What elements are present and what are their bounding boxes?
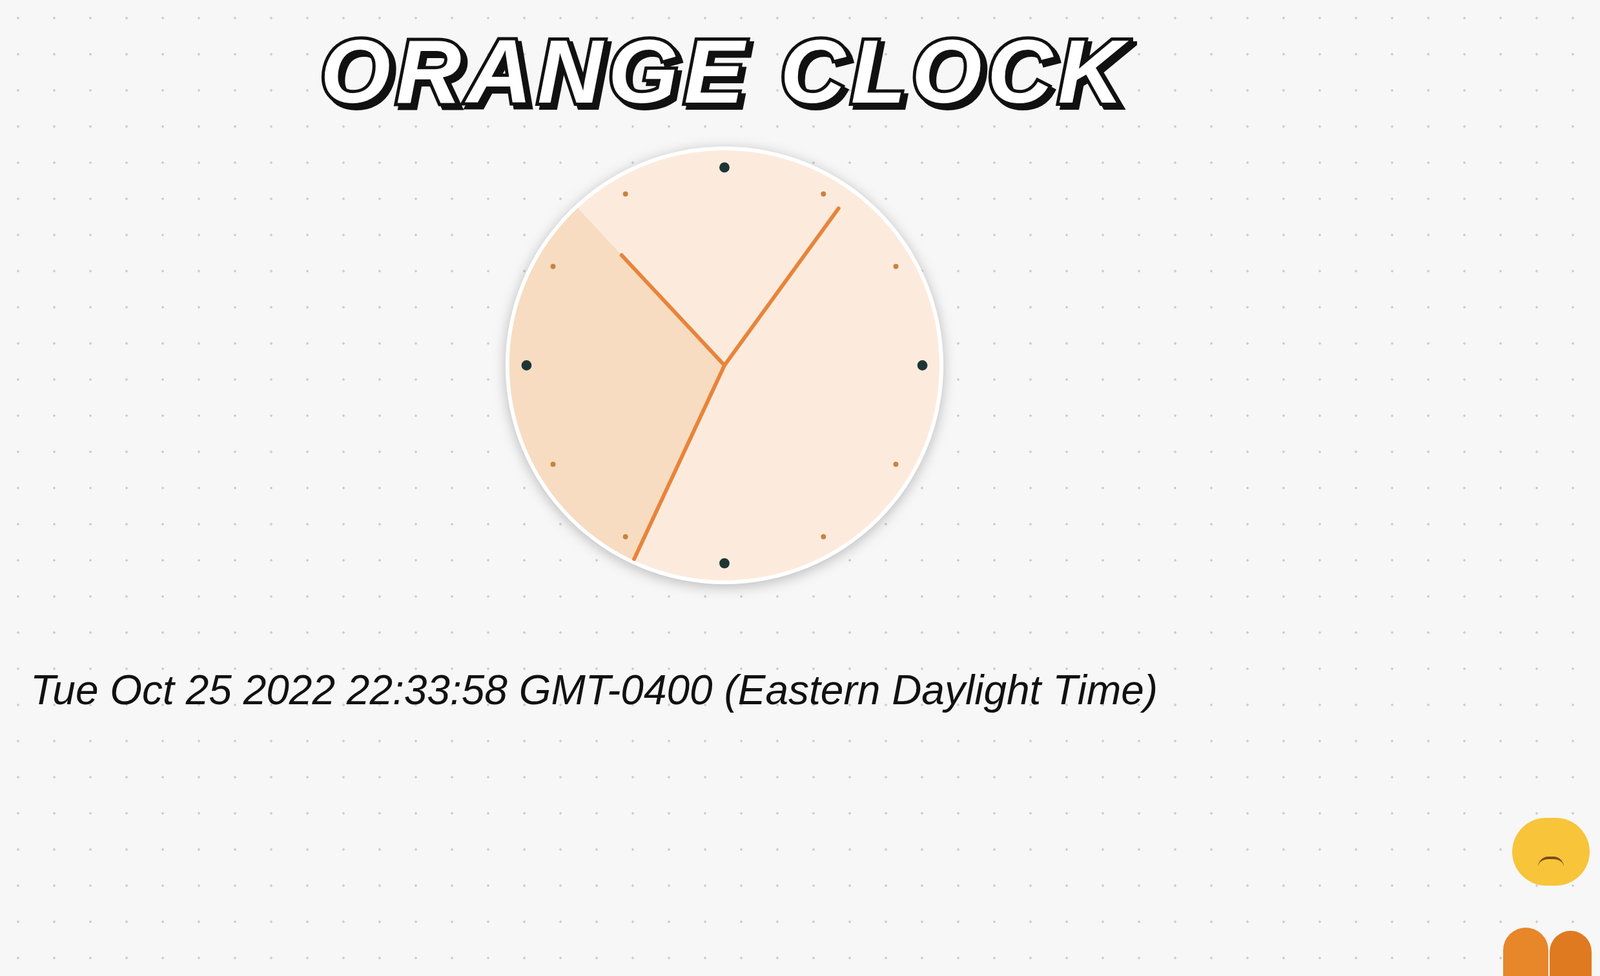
hour-marker	[623, 534, 629, 540]
hour-marker	[550, 264, 556, 270]
hour-marker	[521, 360, 533, 371]
hour-hand	[621, 255, 725, 366]
page: ORANGE CLOCK Tue Oct 25 2022 22:33:58 GMT…	[0, 0, 1600, 976]
hour-marker	[719, 558, 730, 569]
sad-orange-icon[interactable]	[1512, 818, 1590, 886]
hour-marker	[893, 264, 899, 270]
hour-marker	[550, 461, 556, 467]
hour-marker	[719, 162, 730, 174]
hour-marker	[893, 461, 899, 467]
second-hand	[634, 365, 725, 560]
datetime-text: Tue Oct 25 2022 22:33:58 GMT-0400 (Easte…	[0, 665, 1158, 716]
minute-hand	[724, 208, 839, 366]
hour-marker	[820, 191, 826, 197]
hour-marker	[917, 360, 928, 371]
hour-marker	[820, 534, 826, 540]
hour-marker	[623, 191, 629, 197]
app-title: ORANGE CLOCK	[320, 19, 1129, 124]
oranges-picture	[1503, 918, 1594, 976]
clock-face	[501, 142, 948, 589]
